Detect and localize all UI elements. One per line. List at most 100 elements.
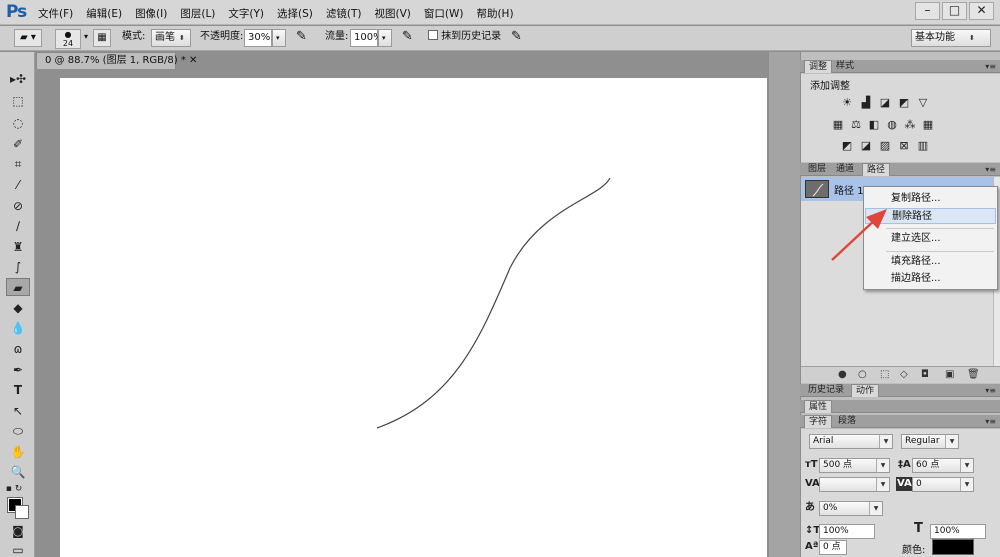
tab-history[interactable]: 历史记录 [804,384,848,397]
close-button[interactable]: ✕ [969,2,994,20]
menu-stroke-path[interactable]: 描边路径... [865,271,996,287]
document-canvas[interactable] [60,78,767,557]
channel-mixer-icon[interactable]: ⁂ [903,119,917,131]
menu-edit[interactable]: 编辑(E) [86,6,122,21]
type-tool-icon[interactable]: T [6,381,30,399]
menu-layer[interactable]: 图层(L) [180,6,215,21]
tab-properties[interactable]: 属性 [804,400,833,413]
vibrance-icon[interactable]: ▽ [916,97,930,109]
brush-panel-icon[interactable]: ▦ [93,29,111,47]
menu-file[interactable]: 文件(F) [38,6,73,21]
panel-menu-icon[interactable]: ▾≡ [985,415,996,428]
make-work-path-icon[interactable]: ◇ [900,369,908,380]
text-color-swatch[interactable] [932,539,974,555]
eraser-tool-icon[interactable]: ▰ [6,278,30,296]
menu-help[interactable]: 帮助(H) [476,6,513,21]
invert-icon[interactable]: ◩ [840,140,854,152]
load-selection-icon[interactable]: ⬚ [880,369,889,380]
tsume-select[interactable]: 0% ▼ [819,501,883,516]
kerning-select[interactable]: ▼ [819,477,890,492]
airbrush-pressure-icon[interactable]: ✎ [296,29,307,47]
brush-picker[interactable]: ● 24 [55,29,81,49]
stroke-path-icon[interactable]: ○ [858,369,867,380]
dodge-tool-icon[interactable]: ɷ [6,340,30,358]
tab-adjustments[interactable]: 调整 [804,60,833,73]
flow-dropdown-icon[interactable]: ▾ [378,29,392,47]
lasso-tool-icon[interactable]: ◌ [6,114,30,132]
tab-channels[interactable]: 通道 [832,163,858,176]
hand-tool-icon[interactable]: ✋ [6,443,30,461]
document-tab[interactable]: 0 @ 88.7% (图层 1, RGB/8) * ✕ [36,52,197,69]
mode-select[interactable]: 画笔 ⬍ [151,29,191,47]
menu-window[interactable]: 窗口(W) [424,6,464,21]
color-balance-icon[interactable]: ⚖ [849,119,863,131]
tab-styles[interactable]: 样式 [832,60,858,73]
restore-button[interactable]: □ [942,2,967,20]
crop-tool-icon[interactable]: ⌗ [6,155,30,173]
paint-bucket-tool-icon[interactable]: ◆ [6,299,30,317]
gradient-map-icon[interactable]: ▥ [916,140,930,152]
close-document-icon[interactable]: ✕ [189,55,197,66]
zoom-tool-icon[interactable]: 🔍 [6,463,30,481]
leading-input[interactable]: 60 点 ▼ [912,458,974,473]
tab-paragraph[interactable]: 段落 [834,415,860,428]
chevron-down-icon[interactable]: ▾ [84,29,88,47]
font-family-select[interactable]: Arial ▼ [809,434,893,449]
tab-paths[interactable]: 路径 [862,163,891,176]
threshold-icon[interactable]: ▨ [878,140,892,152]
tracking-input[interactable]: 0 ▼ [912,477,974,492]
exposure-icon[interactable]: ◩ [897,97,911,109]
photo-filter-icon[interactable]: ◍ [885,119,899,131]
new-path-icon[interactable]: ▣ [945,369,954,380]
erase-history-checkbox[interactable] [428,30,438,40]
marquee-tool-icon[interactable]: ⬚ [6,92,30,110]
minimize-button[interactable]: – [915,2,940,20]
eyedropper-tool-icon[interactable]: ⁄ [6,176,30,194]
tab-layers[interactable]: 图层 [804,163,830,176]
quick-select-tool-icon[interactable]: ✐ [6,135,30,153]
clone-stamp-tool-icon[interactable]: ♜ [6,238,30,256]
pen-tool-icon[interactable]: ✒ [6,361,30,379]
menu-filter[interactable]: 滤镜(T) [326,6,362,21]
screen-mode-icon[interactable]: ▭ [6,541,30,557]
healing-brush-tool-icon[interactable]: ⊘ [6,197,30,215]
panel-menu-icon[interactable]: ▾≡ [985,60,996,73]
panel-menu-icon[interactable]: ▾≡ [985,384,996,397]
black-white-icon[interactable]: ◧ [867,119,881,131]
levels-icon[interactable]: ▟ [859,97,873,109]
workspace-select[interactable]: 基本功能 ⬍ [911,29,991,47]
history-brush-tool-icon[interactable]: ∫ [6,258,30,276]
menu-select[interactable]: 选择(S) [277,6,313,21]
tab-character[interactable]: 字符 [804,415,833,428]
path-selection-tool-icon[interactable]: ↖ [6,402,30,420]
blur-tool-icon[interactable]: 💧 [6,319,30,337]
color-lookup-icon[interactable]: ▦ [921,119,935,131]
posterize-icon[interactable]: ◪ [859,140,873,152]
tab-actions[interactable]: 动作 [851,384,880,397]
add-mask-icon[interactable]: ◘ [921,369,929,380]
selective-color-icon[interactable]: ⊠ [897,140,911,152]
curves-icon[interactable]: ◪ [878,97,892,109]
pressure-size-icon[interactable]: ✎ [511,29,522,47]
menu-type[interactable]: 文字(Y) [228,6,264,21]
quick-mask-icon[interactable]: ◙ [6,522,30,540]
move-tool-icon[interactable]: ▸✣ [6,70,30,88]
eraser-preset-icon[interactable]: ▰ ▾ [14,29,42,47]
opacity-dropdown-icon[interactable]: ▾ [272,29,286,47]
brush-tool-icon[interactable]: ∕ [6,217,30,235]
trash-icon[interactable]: 🗑 [967,369,980,380]
erase-history-option[interactable]: 抹到历史记录 [428,29,501,47]
horizontal-scale-input[interactable]: 100% [930,524,986,539]
font-size-input[interactable]: 500 点 ▼ [819,458,890,473]
baseline-shift-input[interactable]: 0 点 [819,540,847,555]
background-color-swatch[interactable] [15,505,29,519]
airbrush-icon[interactable]: ✎ [402,29,413,47]
menu-view[interactable]: 视图(V) [374,6,410,21]
brightness-icon[interactable]: ☀ [840,97,854,109]
flow-input[interactable]: 100% [350,29,383,47]
panel-menu-icon[interactable]: ▾≡ [985,163,996,176]
hue-saturation-icon[interactable]: ▦ [831,119,845,131]
vertical-scale-input[interactable]: 100% [819,524,875,539]
default-colors-icon[interactable]: ▪ ↻ [2,480,26,498]
menu-image[interactable]: 图像(I) [135,6,167,21]
